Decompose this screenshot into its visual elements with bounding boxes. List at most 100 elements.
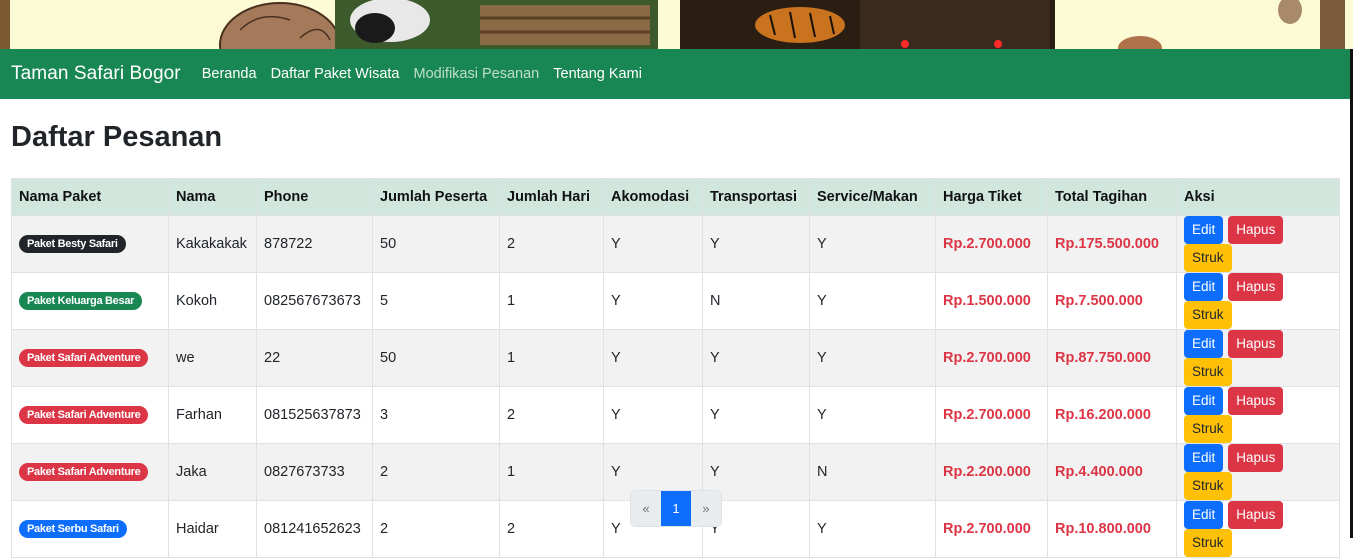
package-badge: Paket Safari Adventure (19, 349, 149, 367)
cell-total-tagihan: Rp.16.200.000 (1047, 386, 1177, 444)
table-row: Paket Safari Adventure we 22 50 1 Y Y Y Rp.2.700… (11, 329, 1340, 387)
cell-service-makan: Y (809, 329, 936, 387)
hapus-button[interactable]: Hapus (1228, 330, 1284, 358)
cell-total-tagihan: Rp.175.500.000 (1047, 215, 1177, 273)
cell-nama: Jaka (168, 443, 257, 501)
edit-button[interactable]: Edit (1184, 387, 1224, 415)
cell-jumlah-peserta: 50 (372, 329, 500, 387)
cell-service-makan: N (809, 443, 936, 501)
cell-service-makan: Y (809, 272, 936, 330)
cell-harga-tiket: Rp.2.700.000 (935, 500, 1048, 558)
cell-jumlah-hari: 2 (499, 500, 604, 558)
nav-link-beranda[interactable]: Beranda (202, 66, 257, 82)
cell-nama: Kokoh (168, 272, 257, 330)
pagination-previous[interactable]: « (631, 491, 661, 526)
cell-phone: 082567673673 (256, 272, 373, 330)
package-badge: Paket Safari Adventure (19, 463, 149, 481)
column-header-service-makan: Service/Makan (809, 178, 936, 216)
cell-jumlah-peserta: 2 (372, 443, 500, 501)
package-badge: Paket Besty Safari (19, 235, 126, 253)
cell-jumlah-hari: 1 (499, 329, 604, 387)
cell-harga-tiket: Rp.2.700.000 (935, 329, 1048, 387)
cell-nama-paket: Paket Safari Adventure (11, 386, 169, 444)
column-header-phone: Phone (256, 178, 373, 216)
struk-button[interactable]: Struk (1184, 244, 1232, 272)
struk-button[interactable]: Struk (1184, 529, 1232, 557)
navbar-brand[interactable]: Taman Safari Bogor (11, 63, 181, 85)
column-header-akomodasi: Akomodasi (603, 178, 703, 216)
cell-total-tagihan: Rp.7.500.000 (1047, 272, 1177, 330)
cell-jumlah-hari: 1 (499, 272, 604, 330)
column-header-nama: Nama (168, 178, 257, 216)
cell-aksi: Edit Hapus Struk (1176, 386, 1340, 444)
cell-nama-paket: Paket Safari Adventure (11, 443, 169, 501)
cell-aksi: Edit Hapus Struk (1176, 215, 1340, 273)
cell-aksi: Edit Hapus Struk (1176, 500, 1340, 558)
cell-nama-paket: Paket Serbu Safari (11, 500, 169, 558)
hapus-button[interactable]: Hapus (1228, 501, 1284, 529)
edit-button[interactable]: Edit (1184, 444, 1224, 472)
struk-button[interactable]: Struk (1184, 415, 1232, 443)
column-header-transportasi: Transportasi (702, 178, 810, 216)
cell-service-makan: Y (809, 500, 936, 558)
cell-nama-paket: Paket Safari Adventure (11, 329, 169, 387)
column-header-total-tagihan: Total Tagihan (1047, 178, 1177, 216)
cell-jumlah-peserta: 2 (372, 500, 500, 558)
cell-total-tagihan: Rp.4.400.000 (1047, 443, 1177, 501)
nav-link-modifikasi-pesanan[interactable]: Modifikasi Pesanan (414, 66, 540, 82)
cell-service-makan: Y (809, 386, 936, 444)
nav-link-daftar-paket-wisata[interactable]: Daftar Paket Wisata (271, 66, 400, 82)
cell-total-tagihan: Rp.10.800.000 (1047, 500, 1177, 558)
column-header-jumlah-peserta: Jumlah Peserta (372, 178, 500, 216)
cell-akomodasi: Y (603, 386, 703, 444)
cell-total-tagihan: Rp.87.750.000 (1047, 329, 1177, 387)
pagination-next[interactable]: » (691, 491, 721, 526)
cell-jumlah-hari: 2 (499, 215, 604, 273)
table-row: Paket Keluarga Besar Kokoh 082567673673 5 1 Y… (11, 272, 1340, 330)
cell-nama: Farhan (168, 386, 257, 444)
hapus-button[interactable]: Hapus (1228, 444, 1284, 472)
cell-harga-tiket: Rp.2.700.000 (935, 215, 1048, 273)
cell-jumlah-hari: 1 (499, 443, 604, 501)
struk-button[interactable]: Struk (1184, 358, 1232, 386)
cell-aksi: Edit Hapus Struk (1176, 329, 1340, 387)
struk-button[interactable]: Struk (1184, 301, 1232, 329)
cell-transportasi: Y (702, 215, 810, 273)
hapus-button[interactable]: Hapus (1228, 273, 1284, 301)
cell-harga-tiket: Rp.1.500.000 (935, 272, 1048, 330)
header-banner-image (0, 0, 1353, 49)
cell-aksi: Edit Hapus Struk (1176, 443, 1340, 501)
package-badge: Paket Safari Adventure (19, 406, 149, 424)
edit-button[interactable]: Edit (1184, 273, 1224, 301)
cell-aksi: Edit Hapus Struk (1176, 272, 1340, 330)
cell-service-makan: Y (809, 215, 936, 273)
package-badge: Paket Serbu Safari (19, 520, 127, 538)
cell-jumlah-peserta: 3 (372, 386, 500, 444)
cell-nama-paket: Paket Keluarga Besar (11, 272, 169, 330)
cell-transportasi: N (702, 272, 810, 330)
cell-akomodasi: Y (603, 272, 703, 330)
cell-harga-tiket: Rp.2.700.000 (935, 386, 1048, 444)
cell-phone: 22 (256, 329, 373, 387)
cell-phone: 0827673733 (256, 443, 373, 501)
cell-phone: 081525637873 (256, 386, 373, 444)
navbar: Taman Safari Bogor Beranda Daftar Paket … (0, 49, 1350, 99)
table-row: Paket Safari Adventure Farhan 081525637873… (11, 386, 1340, 444)
hapus-button[interactable]: Hapus (1228, 387, 1284, 415)
pagination-page-1[interactable]: 1 (661, 491, 691, 526)
cell-jumlah-hari: 2 (499, 386, 604, 444)
edit-button[interactable]: Edit (1184, 216, 1224, 244)
pagination: « 1 » (630, 490, 722, 527)
column-header-nama-paket: Nama Paket (11, 178, 169, 216)
cell-transportasi: Y (702, 386, 810, 444)
nav-link-tentang-kami[interactable]: Tentang Kami (553, 66, 642, 82)
cell-nama-paket: Paket Besty Safari (11, 215, 169, 273)
struk-button[interactable]: Struk (1184, 472, 1232, 500)
edit-button[interactable]: Edit (1184, 501, 1224, 529)
cell-akomodasi: Y (603, 329, 703, 387)
edit-button[interactable]: Edit (1184, 330, 1224, 358)
column-header-harga-tiket: Harga Tiket (935, 178, 1048, 216)
cell-akomodasi: Y (603, 215, 703, 273)
hapus-button[interactable]: Hapus (1228, 216, 1284, 244)
package-badge: Paket Keluarga Besar (19, 292, 143, 310)
